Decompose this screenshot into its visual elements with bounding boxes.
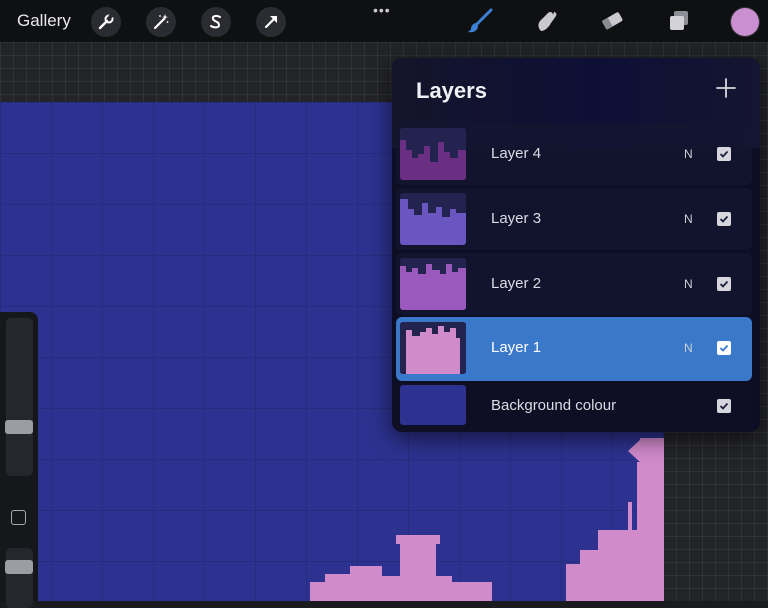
modify-button[interactable] — [11, 510, 26, 525]
layer-name: Layer 1 — [491, 339, 542, 356]
visibility-checkbox[interactable] — [717, 341, 731, 355]
gallery-button[interactable]: Gallery — [17, 11, 71, 31]
check-icon — [719, 150, 729, 158]
layer-row-2[interactable]: Layer 2 N — [396, 253, 752, 315]
background-colour-row[interactable]: Background colour — [396, 382, 752, 432]
blend-mode-button[interactable]: N — [684, 212, 693, 226]
silhouette-shapes — [310, 438, 664, 601]
check-icon — [719, 215, 729, 223]
layers-icon[interactable] — [664, 6, 694, 36]
brush-size-slider[interactable] — [5, 318, 33, 476]
opacity-thumb[interactable] — [5, 560, 33, 574]
blend-mode-button[interactable]: N — [684, 277, 693, 291]
layer-row-3[interactable]: Layer 3 N — [396, 188, 752, 250]
visibility-checkbox[interactable] — [717, 277, 731, 291]
magic-wand-icon[interactable] — [146, 7, 176, 37]
blend-mode-button[interactable]: N — [684, 341, 693, 355]
layer-name: Layer 4 — [491, 145, 542, 162]
brush-size-thumb[interactable] — [5, 420, 33, 434]
visibility-checkbox[interactable] — [717, 212, 731, 226]
brush-icon[interactable] — [465, 6, 495, 36]
top-toolbar: Gallery ••• — [0, 0, 768, 42]
opacity-slider[interactable] — [5, 548, 33, 608]
layers-panel: Layers Layer 4 N Layer 3 N Layer 2 N Lay… — [392, 58, 760, 432]
layer-name: Layer 2 — [491, 275, 542, 292]
layer-thumbnail — [400, 193, 466, 245]
layer-thumbnail — [400, 258, 466, 310]
left-sidebar — [0, 312, 38, 608]
wrench-icon[interactable] — [91, 7, 121, 37]
transform-arrow-icon[interactable] — [256, 7, 286, 37]
eraser-icon[interactable] — [597, 6, 627, 36]
check-icon — [719, 402, 729, 410]
smudge-icon[interactable] — [531, 6, 561, 36]
layer-thumbnail — [400, 322, 466, 374]
blend-mode-button[interactable]: N — [684, 147, 693, 161]
background-colour-label: Background colour — [491, 397, 617, 414]
visibility-checkbox[interactable] — [717, 399, 731, 413]
selection-s-icon[interactable] — [201, 7, 231, 37]
layers-title: Layers — [416, 78, 487, 103]
background-swatch — [400, 385, 466, 425]
check-icon — [719, 344, 729, 352]
layer-row-1[interactable]: Layer 1 N — [396, 317, 752, 381]
layer-thumbnail — [400, 128, 466, 180]
plus-icon[interactable] — [714, 76, 738, 100]
layer-row-4[interactable]: Layer 4 N — [396, 123, 752, 185]
more-options-icon[interactable]: ••• — [373, 2, 391, 18]
visibility-checkbox[interactable] — [717, 147, 731, 161]
check-icon — [719, 280, 729, 288]
layer-name: Layer 3 — [491, 210, 542, 227]
color-picker-button[interactable] — [731, 8, 759, 36]
